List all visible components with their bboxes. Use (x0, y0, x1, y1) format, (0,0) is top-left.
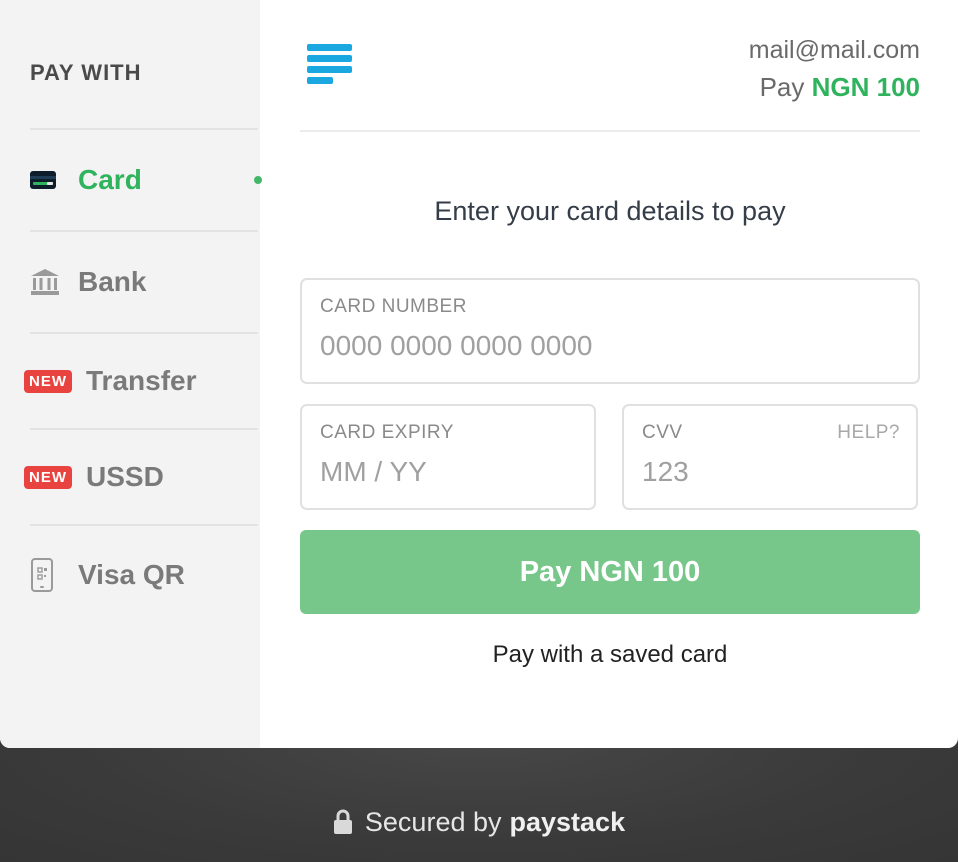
paystack-brand: paystack (509, 806, 626, 837)
amount-summary: Pay NGN 100 (760, 72, 920, 103)
customer-email: mail@mail.com (748, 36, 920, 64)
sidebar-item-transfer[interactable]: NEW Transfer (24, 332, 258, 428)
active-indicator-dot (254, 176, 262, 184)
sidebar-item-label: Visa QR (78, 559, 185, 590)
qr-phone-icon (30, 557, 66, 593)
sidebar-item-card[interactable]: Card (30, 128, 262, 230)
card-number-label: CARD NUMBER (320, 296, 467, 317)
paystack-logo-icon (307, 44, 353, 90)
card-expiry-field[interactable]: CARD EXPIRY (300, 404, 596, 510)
bank-icon (30, 264, 66, 300)
cvv-help-link[interactable]: HELP? (837, 422, 900, 444)
payment-modal: PAY WITH Card Bank NEW Transfer NEW USSD… (0, 0, 958, 748)
sidebar-item-label: Bank (78, 266, 147, 297)
secured-footer: Secured by paystack (0, 800, 958, 844)
cvv-input[interactable] (642, 456, 876, 488)
sidebar-item-label: USSD (86, 461, 164, 492)
sidebar-item-ussd[interactable]: NEW USSD (24, 428, 258, 524)
pay-prefix: Pay (759, 72, 805, 102)
card-number-input[interactable] (320, 330, 813, 362)
card-expiry-input[interactable] (320, 456, 554, 488)
new-badge: NEW (24, 465, 72, 489)
card-number-field[interactable]: CARD NUMBER (300, 278, 920, 384)
payment-method-sidebar: PAY WITH Card Bank NEW Transfer NEW USSD… (0, 0, 262, 748)
saved-card-link[interactable]: Pay with a saved card (300, 641, 920, 669)
card-payment-panel: mail@mail.com Pay NGN 100 Enter your car… (300, 0, 920, 748)
sidebar-item-label: Card (78, 164, 142, 195)
checkout-header: mail@mail.com Pay NGN 100 (300, 0, 920, 132)
amount-value: NGN 100 (811, 72, 920, 102)
new-badge: NEW (24, 369, 72, 393)
cvv-field[interactable]: CVV HELP? (622, 404, 918, 510)
secured-by-text: Secured by (364, 806, 502, 837)
credit-card-icon (30, 162, 66, 198)
card-expiry-label: CARD EXPIRY (320, 422, 454, 443)
sidebar-item-visa-qr[interactable]: Visa QR (30, 524, 258, 624)
sidebar-title: PAY WITH (30, 60, 142, 85)
sidebar-item-label: Transfer (86, 365, 197, 396)
pay-button[interactable]: Pay NGN 100 (300, 530, 920, 614)
form-instruction: Enter your card details to pay (434, 196, 786, 226)
lock-icon (333, 809, 353, 835)
sidebar-divider (30, 524, 258, 526)
sidebar-item-bank[interactable]: Bank (30, 230, 258, 332)
cvv-label: CVV (642, 422, 683, 443)
